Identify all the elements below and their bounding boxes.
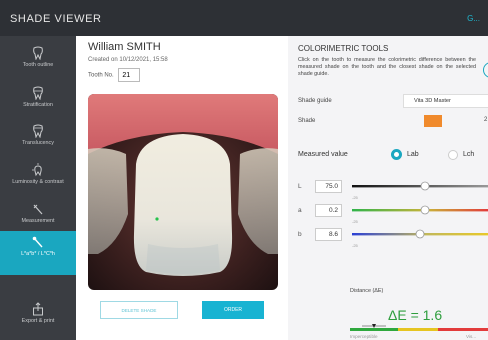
a-value-field[interactable]: 0.2: [315, 204, 342, 217]
axis-label-l: L: [298, 183, 302, 190]
patient-name: William SMITH: [88, 41, 161, 53]
top-bar: SHADE VIEWER G...: [0, 0, 488, 36]
created-date: Created on 10/12/2021, 15:58: [88, 57, 168, 63]
sidebar-item-translucency[interactable]: Translucency: [0, 120, 76, 164]
delta-e-scale: [350, 324, 488, 331]
axis-label-b: b: [298, 231, 302, 238]
l-slider[interactable]: [350, 179, 488, 199]
b-slider[interactable]: [350, 227, 488, 247]
sidebar-item-label: L*a*b* / L*C*h: [21, 251, 55, 257]
sidebar-item-label: Stratification: [23, 102, 53, 108]
sidebar-item-label: Export & print: [21, 318, 55, 324]
l-value-field[interactable]: 75.0: [315, 180, 342, 193]
axis-label-a: a: [298, 207, 302, 214]
help-link[interactable]: G...: [467, 14, 480, 23]
app-title: SHADE VIEWER: [10, 13, 102, 25]
shade-swatch: [424, 115, 442, 127]
patient-header: William SMITH Created on 10/12/2021, 15:…: [88, 41, 168, 63]
shade-viewer-app: SHADE VIEWER G... Tooth outline Stratifi…: [0, 0, 488, 340]
sidebar-item-label: Tooth outline: [22, 62, 54, 68]
panel-description: Click on the tooth to measure the colori…: [298, 57, 476, 77]
panel-title: COLORIMETRIC TOOLS: [298, 44, 389, 53]
sidebar: Tooth outline Stratification Translucenc…: [0, 36, 76, 340]
radio-lab-label: Lab: [407, 151, 419, 158]
a-slider[interactable]: [350, 203, 488, 223]
luminosity-icon: [32, 163, 42, 177]
scale-right-label: Vis...: [466, 334, 477, 339]
sidebar-item-label: Measurement: [21, 218, 55, 224]
tooth-number-input[interactable]: [118, 68, 141, 82]
measured-value-label: Measured value: [298, 151, 348, 158]
b-min-tick: -25: [352, 243, 358, 248]
sidebar-item-tooth-outline[interactable]: Tooth outline: [0, 42, 76, 86]
delete-shade-button[interactable]: DELETE SHADE: [100, 301, 178, 319]
measurement-icon: [33, 204, 43, 215]
shade-label: Shade: [298, 118, 316, 124]
scale-left-label: Imperceptible: [350, 334, 378, 339]
sidebar-item-luminosity[interactable]: Luminosity & contrast: [0, 159, 76, 203]
info-circle: [483, 62, 488, 78]
sidebar-item-label: Translucency: [22, 140, 54, 146]
radio-lch-label: Lch: [463, 151, 475, 158]
export-icon: [33, 302, 43, 316]
tooth-image[interactable]: [88, 94, 278, 290]
a-min-tick: -25: [352, 219, 358, 224]
radio-lch[interactable]: [448, 150, 458, 160]
sidebar-item-label: Luminosity & contrast: [12, 179, 64, 185]
measure-point-marker: [155, 217, 159, 221]
translucency-icon: [33, 124, 43, 138]
tooth-number-label: Tooth No.: [88, 72, 114, 79]
shade-code: 2: [484, 117, 488, 123]
shade-guide-label: Shade guide: [298, 98, 332, 104]
stratification-icon: [33, 86, 43, 100]
tooth-number-row: Tooth No.: [88, 68, 141, 82]
delta-e-value: ΔE = 1.6: [388, 307, 443, 323]
shade-guide-select[interactable]: Vita 3D Master: [403, 94, 488, 108]
tooth-outline-icon: [33, 46, 43, 60]
order-button[interactable]: ORDER: [202, 301, 264, 319]
tooth-photo[interactable]: [88, 94, 278, 290]
radio-lab[interactable]: [391, 149, 402, 160]
distance-title: Distance (ΔE): [350, 288, 384, 294]
b-value-field[interactable]: 8.6: [315, 228, 342, 241]
sidebar-item-lab[interactable]: L*a*b* / L*C*h: [0, 231, 76, 275]
colorimetric-panel: COLORIMETRIC TOOLS Click on the tooth to…: [288, 36, 488, 340]
sidebar-item-export[interactable]: Export & print: [0, 298, 76, 340]
lab-pipette-icon: [32, 236, 43, 248]
l-min-tick: -25: [352, 195, 358, 200]
